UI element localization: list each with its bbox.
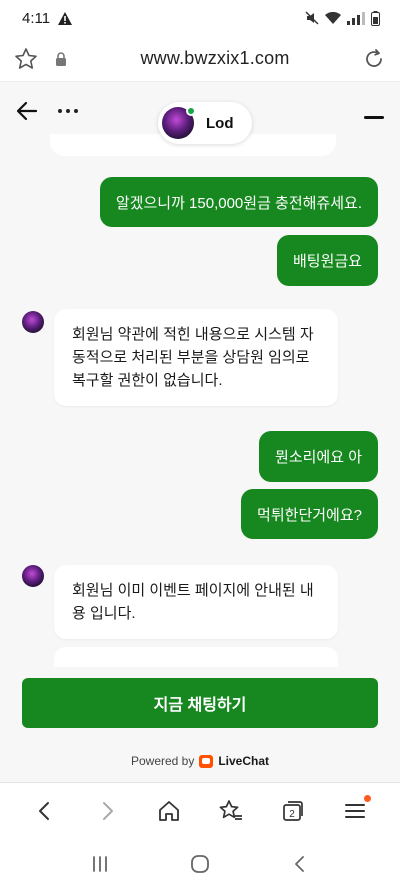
signal-icon (347, 11, 365, 25)
forward-icon (103, 801, 113, 820)
menu-button[interactable] (335, 791, 375, 831)
bookmarks-button[interactable] (211, 791, 251, 831)
back-button[interactable] (25, 791, 65, 831)
agent-name: Lod (206, 114, 234, 132)
message-line: 용 입니다. (72, 605, 136, 622)
agent-avatar-small (22, 565, 44, 587)
browser-bottom-nav: 2 (0, 782, 400, 838)
tab-count: 2 (289, 809, 295, 820)
recents-icon[interactable] (89, 854, 111, 874)
online-status-dot (186, 106, 196, 116)
message-line: 회원님 약관에 적힌 내용으로 시스템 자 (72, 326, 314, 343)
powered-by[interactable]: Powered by LiveChat (0, 754, 400, 768)
message-outgoing: 알겠으니까 150,000원금 충전해쥬세요. (99, 177, 378, 227)
agent-avatar (162, 106, 196, 139)
bookmarks-icon (219, 799, 242, 820)
message-line: 복구할 권한이 없습니다. (72, 372, 223, 389)
back-icon (39, 801, 49, 820)
battery-icon (371, 10, 380, 26)
more-dots-icon[interactable] (58, 98, 86, 124)
warning-icon (58, 11, 73, 25)
browser-url-bar: www.bwzxix1.com (0, 36, 400, 82)
powered-by-label: Powered by (130, 754, 195, 768)
tabs-button[interactable]: 2 (273, 791, 313, 831)
mute-icon (305, 11, 319, 25)
reload-icon[interactable] (362, 47, 386, 71)
home-icon (159, 800, 179, 821)
message-line: 동적으로 처리된 부분을 상담원 임의로 (72, 349, 310, 366)
livechat-brand: LiveChat (218, 754, 270, 768)
start-chat-button[interactable]: 지금 채팅하기 (22, 678, 378, 728)
agent-pill[interactable]: Lod (158, 102, 252, 144)
livechat-logo-icon (199, 754, 214, 768)
lock-icon (56, 51, 66, 66)
menu-notification-dot (364, 794, 371, 802)
message-incoming: 회원님 약관에 적힌 내용으로 시스템 자 동적으로 처리된 부분을 상담원 임… (54, 309, 338, 406)
partial-message-card (54, 647, 338, 667)
home-button[interactable] (149, 791, 189, 831)
status-time: 4:11 (22, 9, 51, 27)
back-chevron-icon[interactable] (289, 853, 311, 875)
wifi-icon (325, 11, 341, 24)
bookmark-star-icon[interactable] (14, 47, 38, 71)
message-line: 회원님 이미 이벤트 페이지에 안내된 내 (72, 582, 314, 599)
forward-button[interactable] (87, 791, 127, 831)
message-incoming: 회원님 이미 이벤트 페이지에 안내된 내 용 입니다. (54, 565, 338, 639)
message-outgoing: 배팅원금요 (276, 235, 378, 286)
menu-icon (345, 803, 365, 818)
agent-avatar-small (22, 311, 44, 333)
chat-footer: 지금 채팅하기 Powered by LiveChat (0, 668, 400, 782)
chat-area: Lod 알겠으니까 150,000원금 충전해쥬세요. 배팅원금요 회원님 약관… (0, 82, 400, 782)
url-text[interactable]: www.bwzxix1.com (68, 48, 362, 69)
message-outgoing: 뭔소리에요 아 (259, 431, 378, 482)
back-arrow-icon[interactable] (14, 98, 40, 124)
status-bar: 4:11 (0, 0, 400, 36)
message-outgoing: 먹튀한단거에요? (241, 489, 378, 539)
minimize-icon[interactable] (364, 116, 384, 119)
home-circle-icon[interactable] (189, 853, 211, 875)
system-nav-bar (0, 838, 400, 889)
tabs-icon: 2 (283, 800, 303, 821)
